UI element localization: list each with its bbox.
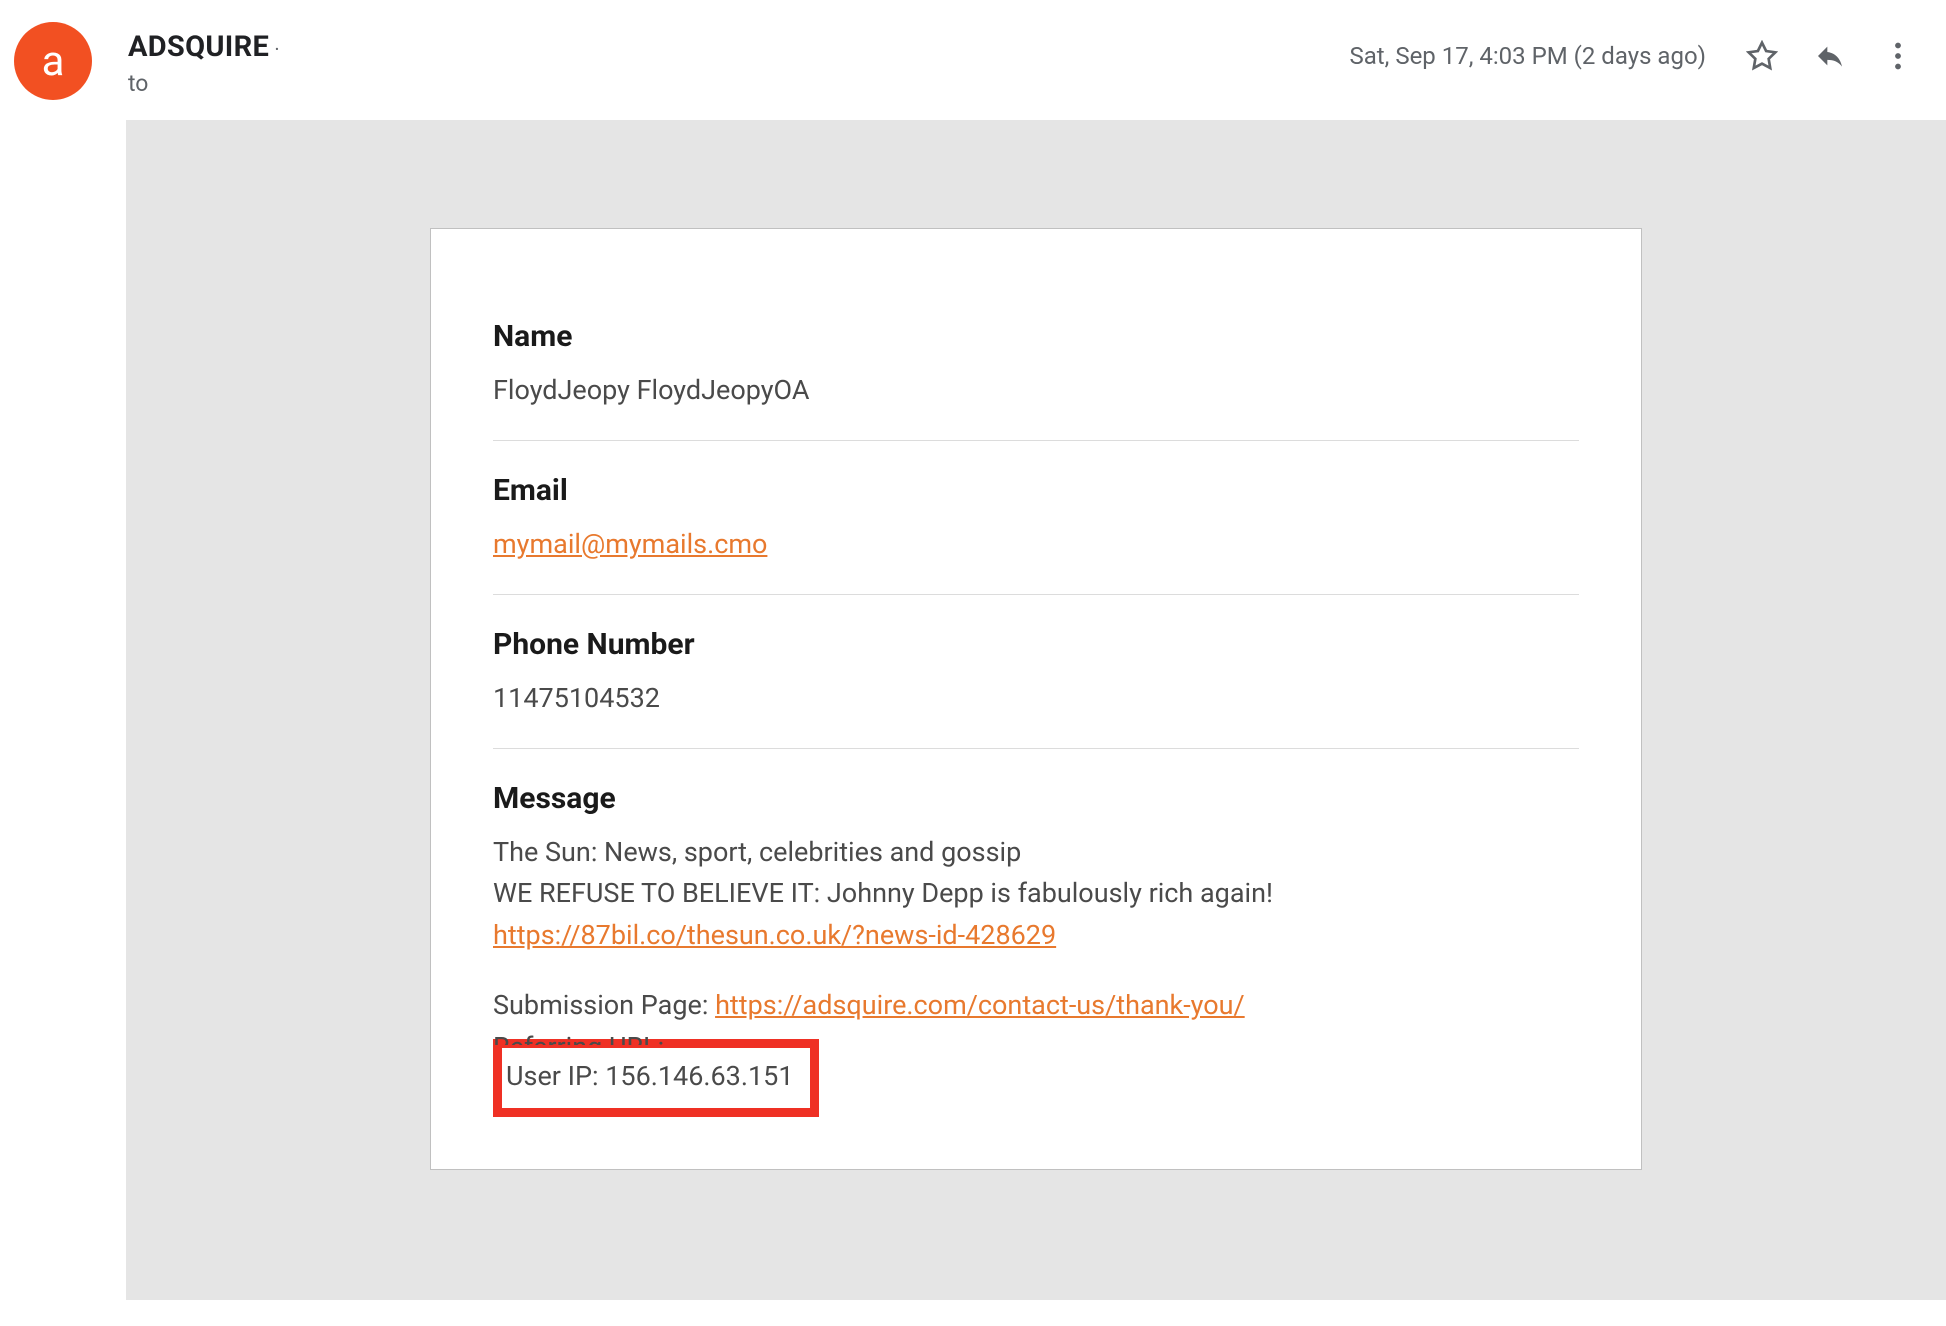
phone-label: Phone Number	[493, 627, 1579, 662]
message-label: Message	[493, 781, 1579, 816]
message-line-2: WE REFUSE TO BELIEVE IT: Johnny Depp is …	[493, 873, 1579, 915]
more-icon[interactable]	[1878, 36, 1918, 76]
name-field: Name FloydJeopy FloydJeopyOA	[493, 319, 1579, 441]
name-value: FloydJeopy FloydJeopyOA	[493, 370, 1579, 412]
email-field: Email mymail@mymails.cmo	[493, 473, 1579, 595]
header-actions: Sat, Sep 17, 4:03 PM (2 days ago)	[1349, 36, 1918, 76]
recipient-line[interactable]: to	[128, 70, 280, 97]
phone-field: Phone Number 11475104532	[493, 627, 1579, 749]
name-label: Name	[493, 319, 1579, 354]
email-date: Sat, Sep 17, 4:03 PM (2 days ago)	[1349, 42, 1706, 70]
message-field: Message The Sun: News, sport, celebritie…	[493, 781, 1579, 1117]
user-ip-highlight: User IP: 156.146.63.151	[493, 1039, 819, 1117]
user-ip-line: User IP: 156.146.63.151	[506, 1060, 794, 1092]
email-body-area: Name FloydJeopy FloydJeopyOA Email mymai…	[126, 120, 1946, 1300]
submission-line: Submission Page: https://adsquire.com/co…	[493, 985, 1579, 1027]
reply-icon[interactable]	[1810, 36, 1850, 76]
submission-link[interactable]: https://adsquire.com/contact-us/thank-yo…	[715, 989, 1245, 1021]
avatar: a	[14, 22, 92, 100]
email-card: Name FloydJeopy FloydJeopyOA Email mymai…	[430, 228, 1642, 1170]
email-link[interactable]: mymail@mymails.cmo	[493, 528, 767, 560]
email-label: Email	[493, 473, 1579, 508]
star-icon[interactable]	[1742, 36, 1782, 76]
message-line-1: The Sun: News, sport, celebrities and go…	[493, 832, 1579, 874]
referring-line: Referring URL:	[493, 1027, 1579, 1045]
sender-name: ADSQUIRE ·	[128, 30, 280, 64]
sender-block: ADSQUIRE · to	[128, 30, 280, 97]
message-link-1[interactable]: https://87bil.co/thesun.co.uk/?news-id-4…	[493, 919, 1056, 951]
avatar-letter: a	[42, 37, 65, 86]
email-header: a ADSQUIRE · to Sat, Sep 17, 4:03 PM (2 …	[0, 0, 1946, 120]
phone-value: 11475104532	[493, 678, 1579, 720]
